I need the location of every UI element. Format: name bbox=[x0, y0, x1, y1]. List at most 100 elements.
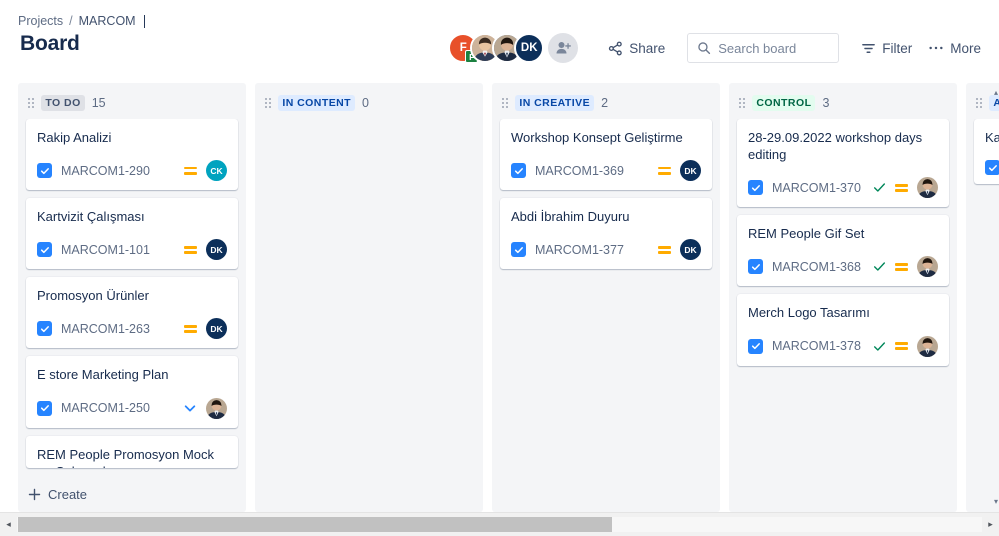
card-issue-key[interactable]: MARCOM1-370 bbox=[772, 181, 861, 195]
avatar[interactable]: DK bbox=[206, 239, 227, 261]
card-issue-key[interactable]: MARCOM1-250 bbox=[61, 401, 150, 415]
column-approve: APPRO Kasım a MAR bbox=[966, 83, 999, 512]
card-issue-key[interactable]: MARCOM1-368 bbox=[772, 260, 861, 274]
board-card[interactable]: REM People Promosyon Mock up Çalışmaları bbox=[26, 435, 238, 468]
avatar[interactable] bbox=[917, 335, 938, 357]
priority-medium-icon bbox=[895, 263, 908, 271]
board-columns: TO DO 15 Rakip Analizi MARCOM1-290 CK Ka… bbox=[0, 83, 999, 512]
more-label: More bbox=[950, 40, 981, 56]
drag-handle-icon[interactable] bbox=[976, 97, 983, 109]
task-type-icon bbox=[37, 400, 52, 416]
share-button[interactable]: Share bbox=[600, 36, 673, 61]
search-icon bbox=[697, 41, 711, 55]
board-card[interactable]: Kartvizit Çalışması MARCOM1-101 DK bbox=[26, 198, 238, 270]
avatar[interactable] bbox=[206, 397, 227, 419]
card-issue-key[interactable]: MARCOM1-290 bbox=[61, 164, 150, 178]
done-check-icon bbox=[873, 340, 886, 353]
avatar-stack[interactable]: F F bbox=[448, 33, 579, 63]
card-issue-key[interactable]: MARCOM1-377 bbox=[535, 243, 624, 257]
card-title: Abdi İbrahim Duyuru bbox=[511, 209, 630, 225]
plus-icon bbox=[28, 488, 41, 501]
done-check-icon bbox=[873, 181, 886, 194]
board-card[interactable]: E store Marketing Plan MARCOM1-250 bbox=[26, 356, 238, 428]
more-button[interactable]: More bbox=[920, 36, 989, 61]
card-title: Rakip Analizi bbox=[37, 130, 112, 145]
breadcrumb-marcom[interactable]: MARCOM bbox=[79, 14, 137, 28]
card-meta bbox=[873, 177, 938, 199]
person-photo-icon bbox=[917, 177, 938, 199]
search-board-input[interactable]: Search board bbox=[687, 33, 840, 63]
avatar-initials: DK bbox=[684, 165, 697, 176]
column-status-badge: CONTROL bbox=[752, 95, 816, 111]
avatar[interactable]: DK bbox=[680, 239, 701, 261]
drag-handle-icon[interactable] bbox=[739, 97, 746, 109]
breadcrumb-projects[interactable]: Projects bbox=[18, 14, 63, 28]
drag-handle-icon[interactable] bbox=[265, 97, 272, 109]
column-status-badge: APPRO bbox=[989, 95, 999, 111]
avatar[interactable]: CK bbox=[206, 160, 227, 182]
board-card[interactable]: Rakip Analizi MARCOM1-290 CK bbox=[26, 119, 238, 191]
priority-medium-icon bbox=[184, 245, 197, 254]
scroll-left-arrow[interactable]: ◂ bbox=[0, 519, 17, 530]
column-header[interactable]: CONTROL 3 bbox=[729, 83, 957, 119]
horizontal-scrollbar-thumb[interactable] bbox=[18, 517, 612, 532]
filter-button[interactable]: Filter bbox=[853, 36, 920, 61]
board-card[interactable]: Merch Logo Tasarımı MARCOM1-378 bbox=[737, 294, 949, 366]
board-card[interactable]: 28-29.09.2022 workshop days editing MARC… bbox=[737, 119, 949, 208]
priority-medium-icon bbox=[658, 166, 671, 175]
card-issue-key[interactable]: MARCOM1-101 bbox=[61, 243, 150, 257]
card-issue-key[interactable]: MARCOM1-378 bbox=[772, 339, 861, 353]
scroll-up-arrow[interactable]: ▴ bbox=[994, 88, 998, 97]
board-card[interactable]: Workshop Konsept Geliştirme MARCOM1-369 … bbox=[500, 119, 712, 191]
board-page: Projects / MARCOM Board F F bbox=[0, 0, 999, 536]
card-title: Kartvizit Çalışması bbox=[37, 209, 145, 225]
column-header[interactable]: IN CREATIVE 2 bbox=[492, 83, 720, 119]
column-cards: Kasım a MAR bbox=[966, 119, 999, 512]
board-card[interactable]: Abdi İbrahim Duyuru MARCOM1-377 DK bbox=[500, 198, 712, 270]
card-issue-key[interactable]: MARCOM1-263 bbox=[61, 322, 150, 336]
card-meta bbox=[183, 397, 227, 419]
avatar[interactable] bbox=[917, 177, 938, 199]
column-cards bbox=[255, 119, 483, 512]
avatar[interactable]: DK bbox=[206, 318, 227, 340]
drag-handle-icon[interactable] bbox=[502, 97, 509, 109]
card-footer: MARCOM1-370 bbox=[748, 177, 938, 199]
avatar[interactable]: DK bbox=[514, 33, 545, 63]
scroll-down-arrow[interactable]: ▾ bbox=[994, 497, 998, 506]
card-title: Merch Logo Tasarımı bbox=[748, 305, 870, 321]
card-title: Kasım a bbox=[985, 130, 999, 145]
search-placeholder-text: Search board bbox=[718, 40, 797, 56]
card-title: Workshop Konsept Geliştirme bbox=[511, 130, 683, 145]
drag-handle-icon[interactable] bbox=[28, 97, 35, 109]
horizontal-scrollbar-track[interactable] bbox=[17, 513, 982, 536]
column-cards: Workshop Konsept Geliştirme MARCOM1-369 … bbox=[492, 119, 720, 512]
card-footer: MARCOM1-378 bbox=[748, 335, 938, 357]
scroll-right-arrow[interactable]: ▸ bbox=[982, 519, 999, 530]
card-meta: DK bbox=[184, 239, 227, 261]
column-cards: Rakip Analizi MARCOM1-290 CK Kartvizit Ç… bbox=[18, 119, 246, 481]
board-card[interactable]: Promosyon Ürünler MARCOM1-263 DK bbox=[26, 277, 238, 349]
column-header[interactable]: TO DO 15 bbox=[18, 83, 246, 119]
column-status-badge: IN CREATIVE bbox=[515, 95, 595, 111]
add-people-button[interactable] bbox=[548, 33, 579, 63]
create-button[interactable]: Create bbox=[18, 481, 246, 512]
column-cards: 28-29.09.2022 workshop days editing MARC… bbox=[729, 119, 957, 512]
board-card[interactable]: Kasım a MAR bbox=[974, 119, 999, 185]
card-issue-key[interactable]: MARCOM1-369 bbox=[535, 164, 624, 178]
column-header[interactable]: IN CONTENT 0 bbox=[255, 83, 483, 119]
horizontal-scrollbar[interactable]: ◂ ▸ bbox=[0, 512, 999, 536]
avatar-initials: DK bbox=[684, 244, 697, 255]
card-title: 28-29.09.2022 workshop days editing bbox=[748, 130, 923, 163]
priority-medium-icon bbox=[895, 183, 908, 192]
card-meta: DK bbox=[658, 239, 701, 261]
priority-medium-icon bbox=[184, 166, 197, 175]
card-footer: MARCOM1-368 bbox=[748, 256, 938, 278]
column-count: 0 bbox=[362, 96, 369, 110]
column-status-badge: TO DO bbox=[41, 95, 85, 111]
card-footer: MARCOM1-101 DK bbox=[37, 239, 227, 261]
board-card[interactable]: REM People Gif Set MARCOM1-368 bbox=[737, 215, 949, 287]
task-type-icon bbox=[748, 338, 763, 354]
card-meta: DK bbox=[658, 160, 701, 182]
avatar[interactable] bbox=[917, 256, 938, 278]
avatar[interactable]: DK bbox=[680, 160, 701, 182]
